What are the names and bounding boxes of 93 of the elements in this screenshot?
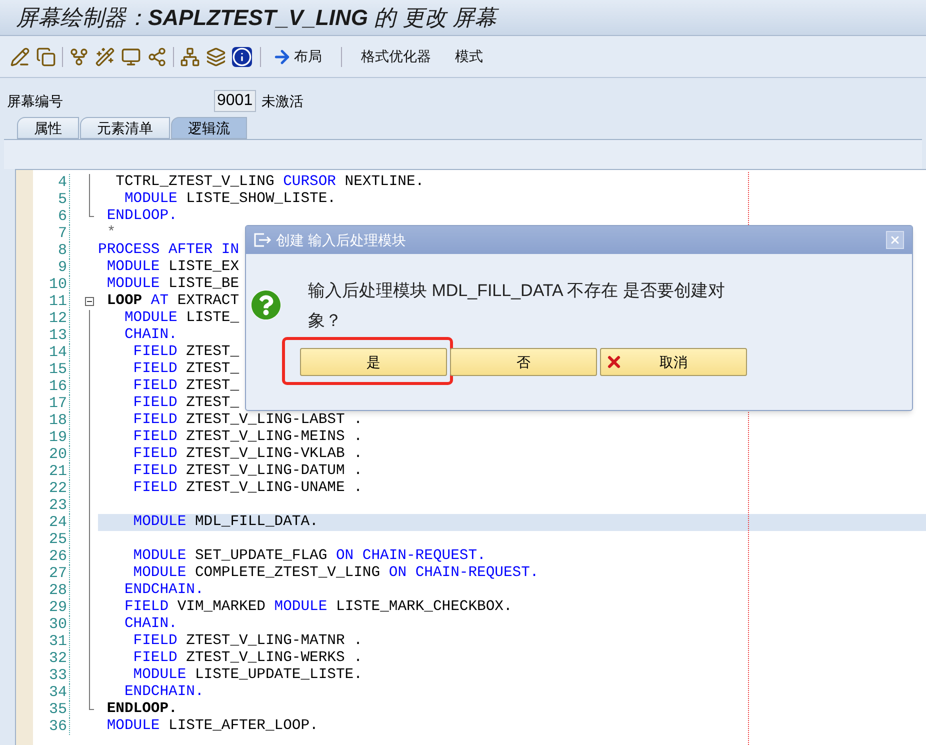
share-icon[interactable] [147,46,167,66]
line-number: 33 [48,667,68,684]
code-line: MODULE LISTE_UPDATE_LISTE. [132,667,362,684]
line-number: 20 [48,446,68,463]
copy-icon[interactable] [36,46,56,66]
line-number: 17 [48,395,68,412]
line-number: 36 [48,718,68,735]
line-number: 6 [56,208,68,225]
tab[interactable]: 逻辑流 [171,117,247,139]
line-number: 18 [48,412,68,429]
line-number: 30 [48,616,68,633]
code-line: FIELD ZTEST_V_LING-MATNR . [132,633,362,650]
line-number: 24 [48,514,68,531]
code-line: * [106,225,116,242]
code-line: FIELD ZTEST_ [132,361,240,378]
code-line: MODULE LISTE_BE [106,276,240,293]
line-number: 19 [48,429,68,446]
code-line: MODULE MDL_FILL_DATA. [132,514,318,531]
window-title: 屏幕绘制器：SAPLZTEST_V_LING 的 更改 屏幕 [0,0,926,36]
wand-icon[interactable] [95,46,115,66]
dialog-button[interactable]: 取消 [600,348,747,376]
line-number: 21 [48,463,68,480]
code-line: FIELD ZTEST_V_LING-VKLAB . [132,446,362,463]
code-line: MODULE LISTE_AFTER_LOOP. [106,718,318,735]
code-line: ENDCHAIN. [123,582,204,599]
line-number: 26 [48,548,68,565]
code-line: ENDCHAIN. [123,684,204,701]
fork-icon[interactable] [69,46,89,66]
code-line: LOOP AT EXTRACT [106,293,240,310]
code-line: CHAIN. [123,616,178,633]
line-number: 14 [48,344,68,361]
line-number: 22 [48,480,68,497]
tab[interactable]: 元素清单 [80,117,170,139]
code-line: FIELD ZTEST_ [132,395,240,412]
close-icon [889,234,901,246]
line-number: 31 [48,633,68,650]
line-number: 13 [48,327,68,344]
screen-number-field[interactable]: 9001 [214,90,256,112]
code-line: FIELD ZTEST_V_LING-DATUM . [132,463,362,480]
line-number: 35 [48,701,68,718]
code-line: FIELD ZTEST_V_LING-UNAME . [132,480,362,497]
status-text: 未激活 [262,92,304,110]
code-line: FIELD ZTEST_ [132,344,240,361]
code-line: FIELD VIM_MARKED MODULE LISTE_MARK_CHECKBOX. [123,599,512,616]
dialog-icon [254,233,272,247]
code-line: FIELD ZTEST_V_LING-WERKS . [132,650,362,667]
code-line: FIELD ZTEST_ [132,378,240,395]
toolbar-button[interactable]: 布局 [269,46,325,67]
code-line: CHAIN. [123,327,178,344]
line-number: 4 [56,174,68,191]
tab[interactable]: 属性 [17,117,79,139]
line-number: 8 [56,242,68,259]
pencil-icon[interactable] [10,46,30,66]
collapse-toggle[interactable] [84,297,94,306]
code-line: FIELD ZTEST_V_LING-MEINS . [132,429,362,446]
field-label: 屏幕编号 [7,92,64,110]
line-number: 23 [48,497,68,514]
monitor-icon[interactable] [121,46,141,66]
code-line: MODULE SET_UPDATE_FLAG ON CHAIN-REQUEST. [132,548,486,565]
line-number: 9 [56,259,68,276]
code-line: MODULE LISTE_EX [106,259,240,276]
line-number: 15 [48,361,68,378]
layers-icon[interactable] [206,46,226,66]
info-icon[interactable] [232,46,252,66]
line-number: 12 [48,310,68,327]
line-number: 25 [48,531,68,548]
code-line: ENDLOOP. [106,701,178,718]
code-line: MODULE LISTE_SHOW_LISTE. [123,191,336,208]
code-line: MODULE LISTE_ [123,310,240,327]
line-number: 32 [48,650,68,667]
line-number: 16 [48,378,68,395]
line-number: 27 [48,565,68,582]
question-icon [251,290,281,320]
dialog-button[interactable]: 是 [300,348,447,376]
toolbar-button[interactable]: 模式 [452,46,486,67]
line-number: 10 [48,276,68,293]
code-line: TCTRL_ZTEST_V_LING CURSOR NEXTLINE. [114,174,424,191]
toolbar-button[interactable]: 格式优化器 [358,46,434,67]
dialog-title: 创建 输入后处理模块 [276,230,406,250]
dialog-message: 输入后处理模块 MDL_FILL_DATA 不存在 是否要创建对象？ [308,280,726,332]
line-number: 7 [56,225,68,242]
line-number: 28 [48,582,68,599]
line-number: 5 [56,191,68,208]
code-line: ENDLOOP. [106,208,178,225]
code-line: MODULE COMPLETE_ZTEST_V_LING ON CHAIN-REQUEST. [132,565,539,582]
cancel-icon [605,353,623,371]
code-line: FIELD ZTEST_V_LING-LABST . [132,412,362,429]
dialog-button[interactable]: 否 [450,348,597,376]
line-number: 29 [48,599,68,616]
line-number: 34 [48,684,68,701]
code-line: PROCESS AFTER IN [98,242,240,259]
line-number: 11 [48,293,68,310]
network-icon[interactable] [180,46,200,66]
